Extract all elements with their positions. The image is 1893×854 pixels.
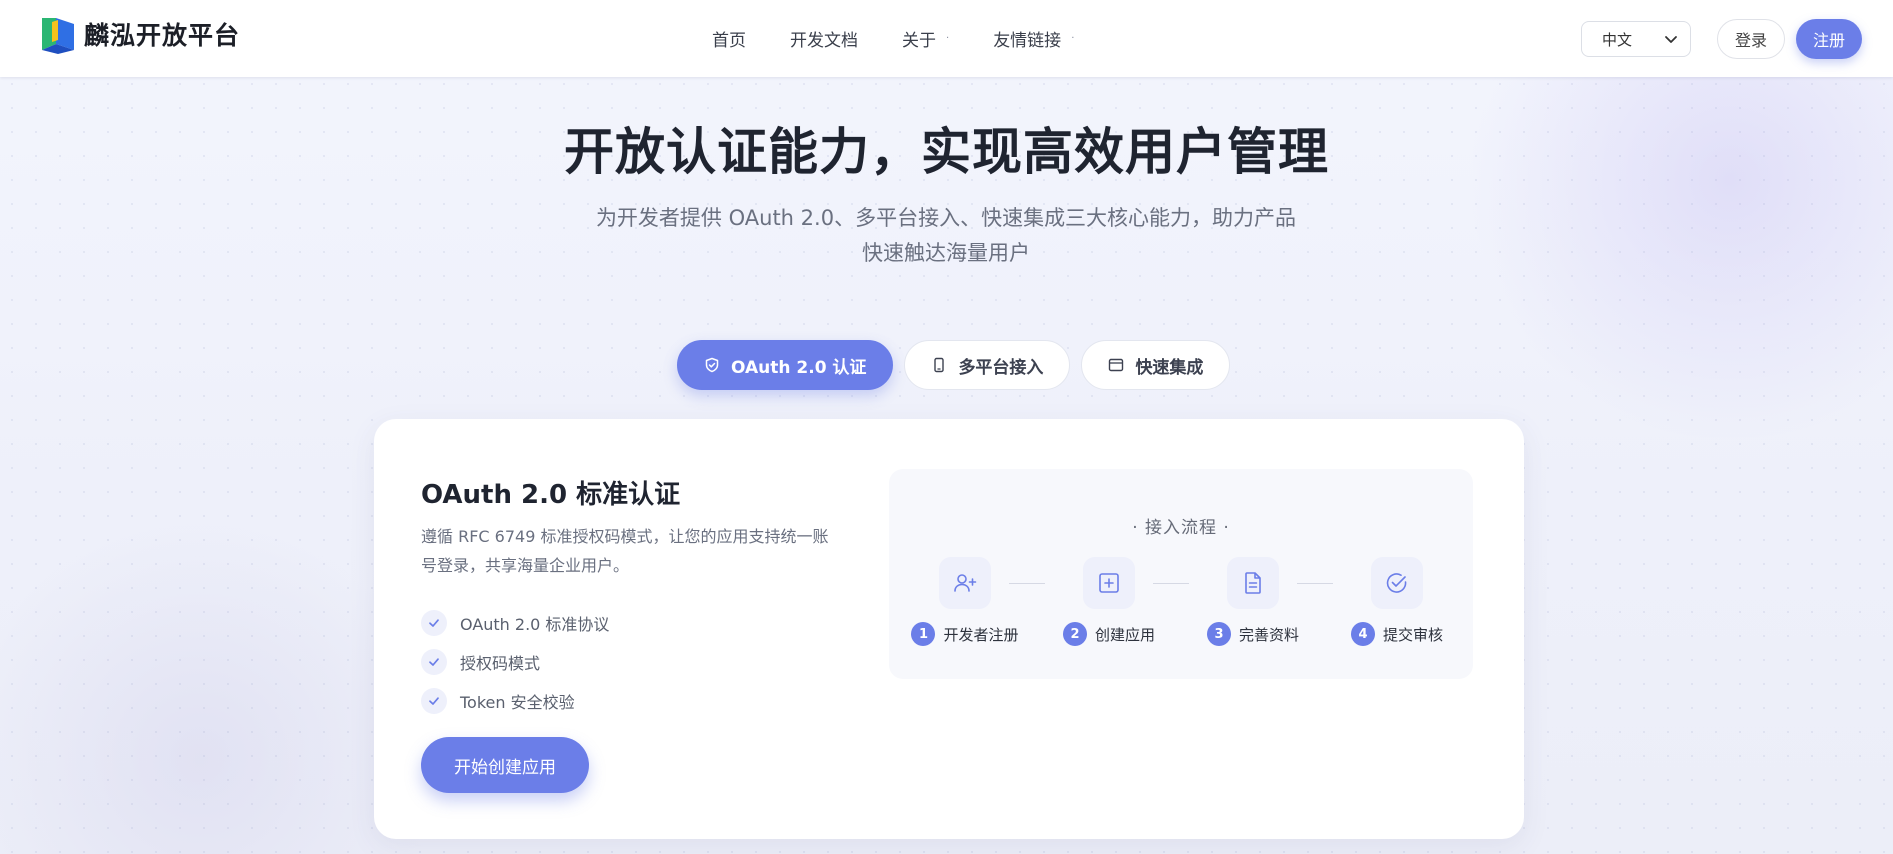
step-number: 4 [1350, 622, 1375, 646]
integration-flow-panel: · 接入流程 · 1 开发者注册 2 创建应用 3 完善资料 4 提交审核 [889, 469, 1473, 679]
brand-name: 麟泓开放平台 [84, 21, 241, 50]
step-label: 提交审核 [1382, 625, 1443, 644]
tab-multi-platform[interactable]: 多平台接入 [904, 340, 1071, 390]
step-number: 3 [1206, 622, 1231, 646]
feature-tabs: OAuth 2.0 认证 多平台接入 快速集成 [677, 340, 1231, 390]
tab-label: 多平台接入 [958, 357, 1044, 378]
feature-label: Token 安全校验 [460, 692, 575, 712]
flow-step: 2 创建应用 [1049, 557, 1189, 646]
nav-item-label: 开发文档 [790, 31, 858, 51]
create-app-button[interactable]: 开始创建应用 [421, 737, 589, 793]
phone-icon [934, 357, 945, 373]
nav-item-about[interactable]: 关于 · [902, 26, 949, 51]
tab-label: OAuth 2.0 认证 [731, 357, 867, 378]
shield-check-icon [705, 357, 719, 373]
flow-steps: 1 开发者注册 2 创建应用 3 完善资料 4 提交审核 [905, 557, 1457, 646]
login-button[interactable]: 登录 [1717, 19, 1785, 59]
tab-label: 快速集成 [1135, 357, 1204, 378]
user-add-icon [939, 557, 991, 609]
nav-item-label: 关于 [902, 31, 936, 51]
flow-step: 4 提交审核 [1337, 557, 1457, 646]
main-nav: 首页 开发文档 关于 · 友情链接 · [712, 0, 1074, 77]
step-connector [1297, 583, 1333, 584]
brand-logo[interactable]: 麟泓开放平台 [38, 14, 240, 54]
step-label: 开发者注册 [943, 625, 1019, 644]
language-select[interactable]: 中文 [1581, 21, 1691, 57]
flow-step: 1 开发者注册 [905, 557, 1045, 646]
dropdown-dot-icon: · [1071, 33, 1075, 44]
window-icon [1109, 358, 1124, 372]
top-navbar: 麟泓开放平台 首页 开发文档 关于 · 友情链接 · 中文 登录 注册 [0, 0, 1893, 77]
document-icon [1227, 557, 1279, 609]
step-connector [1009, 583, 1045, 584]
check-icon [421, 648, 447, 675]
list-item: 授权码模式 [421, 642, 609, 681]
step-label: 完善资料 [1238, 625, 1299, 644]
register-button[interactable]: 注册 [1796, 19, 1862, 59]
card-title: OAuth 2.0 标准认证 [421, 480, 681, 510]
card-description: 遵循 RFC 6749 标准授权码模式，让您的应用支持统一账号登录，共享海量企业… [421, 527, 829, 575]
nav-item-docs[interactable]: 开发文档 [790, 26, 858, 51]
language-select-value: 中文 [1602, 30, 1633, 49]
check-circle-icon [1371, 557, 1423, 609]
list-item: Token 安全校验 [421, 681, 609, 720]
check-icon [421, 609, 447, 636]
tab-quick-integration[interactable]: 快速集成 [1081, 340, 1231, 390]
nav-item-friend-links[interactable]: 友情链接 · [993, 26, 1074, 51]
hero-subtitle: 为开发者提供 OAuth 2.0、多平台接入、快速集成三大核心能力，助力产品快速… [595, 206, 1297, 265]
list-item: OAuth 2.0 标准协议 [421, 603, 609, 642]
tab-oauth[interactable]: OAuth 2.0 认证 [677, 340, 894, 390]
feature-label: OAuth 2.0 标准协议 [460, 614, 610, 634]
feature-label: 授权码模式 [460, 653, 541, 673]
step-label: 创建应用 [1094, 625, 1155, 644]
feature-list: OAuth 2.0 标准协议 授权码模式 Token 安全校验 [421, 603, 609, 720]
plus-square-icon [1083, 557, 1135, 609]
nav-item-home[interactable]: 首页 [712, 26, 746, 51]
chevron-down-icon [1665, 36, 1677, 43]
nav-item-label: 友情链接 [993, 31, 1062, 51]
nav-item-label: 首页 [712, 31, 746, 51]
flow-step: 3 完善资料 [1193, 557, 1333, 646]
hero-title: 开放认证能力，实现高效用户管理 [564, 123, 1329, 181]
check-icon [421, 687, 447, 714]
feature-card: OAuth 2.0 标准认证 遵循 RFC 6749 标准授权码模式，让您的应用… [374, 419, 1524, 839]
step-number: 1 [911, 622, 936, 646]
dropdown-dot-icon: · [946, 33, 950, 44]
step-connector [1153, 583, 1189, 584]
step-number: 2 [1062, 622, 1087, 646]
flow-title: · 接入流程 · [1132, 518, 1230, 538]
brand-logo-icon [38, 14, 78, 54]
